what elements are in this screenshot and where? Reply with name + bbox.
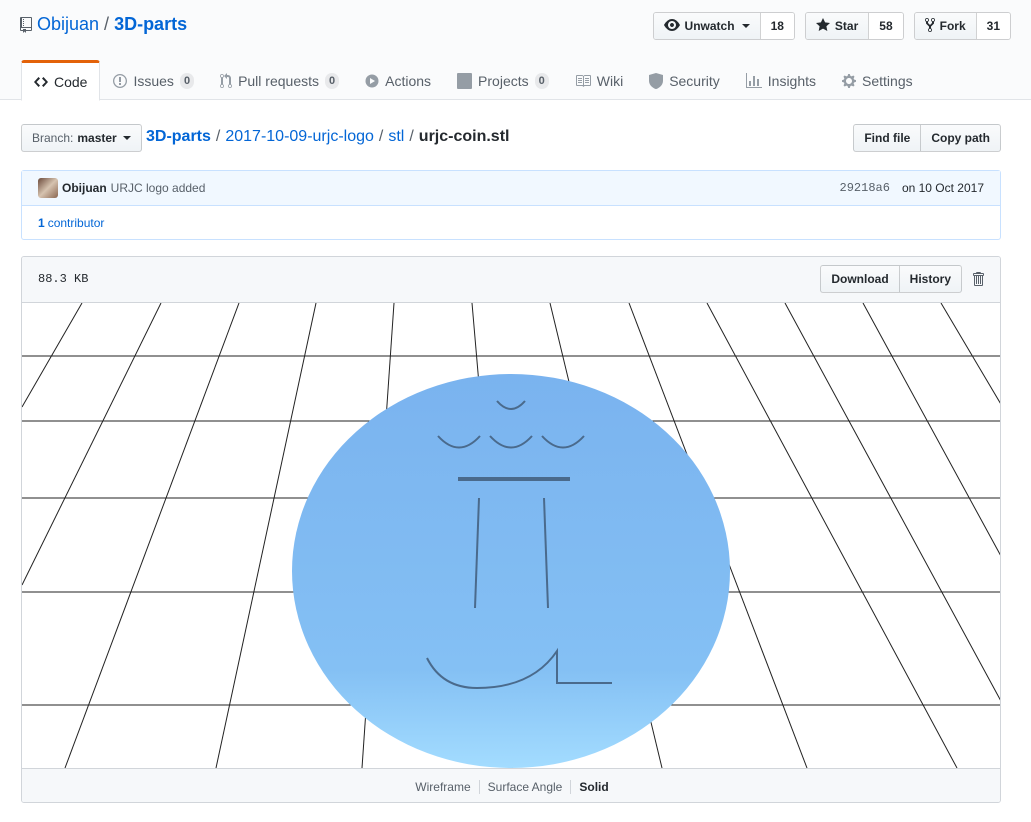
project-icon [457, 73, 473, 89]
tab-security-label: Security [669, 73, 720, 89]
fork-label: Fork [939, 19, 966, 33]
unwatch-label: Unwatch [684, 19, 735, 33]
commit-tease: Obijuan URJC logo added 29218a6 on 10 Oc… [21, 170, 1001, 240]
repo-name-link[interactable]: 3D-parts [114, 14, 187, 35]
caret-down-icon [122, 136, 131, 140]
commit-meta: 29218a6 on 10 Oct 2017 [840, 181, 984, 195]
copy-path-button[interactable]: Copy path [921, 124, 1001, 152]
file-nav-buttons: Find file Copy path [853, 124, 1001, 152]
tab-wiki-label: Wiki [596, 73, 624, 89]
star-group: Star 58 [804, 12, 904, 40]
tab-issues[interactable]: Issues 0 [100, 60, 207, 100]
watch-group: Unwatch 18 [652, 12, 795, 40]
file-actions: Download History [820, 265, 984, 293]
tab-security[interactable]: Security [636, 60, 733, 100]
branch-name: master [77, 131, 117, 145]
wireframe-mode-link[interactable]: Wireframe [407, 780, 478, 794]
commit-date: on 10 Oct 2017 [901, 181, 984, 195]
repo-separator: / [104, 14, 110, 34]
repo-title: Obijuan / 3D-parts [20, 14, 187, 35]
breadcrumb-folder-link[interactable]: stl [388, 128, 404, 146]
caret-down-icon [741, 24, 750, 28]
commit-message[interactable]: URJC logo added [111, 181, 206, 195]
tab-pull-requests-label: Pull requests [238, 73, 319, 89]
unwatch-button[interactable]: Unwatch [653, 13, 760, 39]
breadcrumb: 3D-parts / 2017-10-09-urjc-logo / stl / … [146, 128, 509, 146]
trash-icon[interactable] [972, 271, 984, 287]
tab-code[interactable]: Code [21, 60, 101, 101]
tab-pull-requests[interactable]: Pull requests 0 [207, 60, 352, 100]
play-icon [365, 73, 379, 89]
surface-angle-mode-link[interactable]: Surface Angle [478, 779, 571, 794]
avatar[interactable] [38, 178, 58, 198]
branch-label: Branch: [32, 131, 74, 145]
pull-requests-count-badge: 0 [325, 73, 340, 89]
contributors-link[interactable]: 1 contributor [38, 216, 104, 230]
code-icon [34, 74, 48, 90]
fork-icon [924, 17, 935, 36]
viewer-mode-switcher: Wireframe Surface Angle Solid [22, 768, 1000, 802]
history-button[interactable]: History [899, 265, 962, 293]
tab-projects[interactable]: Projects 0 [444, 60, 562, 100]
tab-actions-label: Actions [385, 73, 432, 89]
forks-count[interactable]: 31 [975, 13, 1010, 39]
commit-sha-link[interactable]: 29218a6 [840, 181, 890, 195]
tab-actions[interactable]: Actions [352, 60, 444, 100]
latest-commit: Obijuan URJC logo added 29218a6 on 10 Oc… [22, 171, 1000, 206]
find-file-button[interactable]: Find file [853, 124, 922, 152]
contributors: 1 contributor [22, 206, 1000, 240]
fork-group: Fork 31 [913, 12, 1011, 40]
tab-settings[interactable]: Settings [829, 60, 926, 100]
repo-header: Obijuan / 3D-parts Unwatch 18 Star 58 Fo… [0, 0, 1031, 101]
graph-icon [745, 73, 762, 89]
tab-issues-label: Issues [133, 73, 174, 89]
repo-owner-link[interactable]: Obijuan [37, 14, 99, 35]
watchers-count[interactable]: 18 [759, 13, 794, 39]
file-header: 88.3 KB Download History [22, 257, 1000, 303]
contributors-label: contributor [47, 216, 105, 230]
tab-insights[interactable]: Insights [733, 60, 829, 100]
tab-wiki[interactable]: Wiki [562, 60, 636, 100]
star-label: Star [834, 19, 859, 33]
file-action-buttons: Download History [820, 265, 962, 293]
repo-actions: Unwatch 18 Star 58 Fork 31 [652, 12, 1011, 40]
issue-icon [113, 73, 128, 89]
repo-icon [20, 16, 32, 33]
gear-icon [842, 73, 857, 89]
eye-icon [663, 17, 680, 36]
file-navigation: Branch: master 3D-parts / 2017-10-09-urj… [21, 124, 1001, 152]
shield-icon [649, 73, 664, 89]
star-button[interactable]: Star [805, 13, 869, 39]
commit-author-link[interactable]: Obijuan [62, 181, 107, 195]
breadcrumb-repo-link[interactable]: 3D-parts [146, 128, 211, 146]
projects-count-badge: 0 [534, 73, 549, 89]
breadcrumb-folder-link[interactable]: 2017-10-09-urjc-logo [225, 128, 374, 146]
file-container: 88.3 KB Download History Wireframe Surfa… [21, 256, 1001, 803]
breadcrumb-separator: / [215, 128, 221, 145]
file-size: 88.3 KB [38, 272, 89, 286]
contributors-count: 1 [38, 216, 45, 230]
tab-projects-label: Projects [478, 73, 529, 89]
breadcrumb-separator: / [378, 128, 384, 145]
book-icon [575, 73, 591, 89]
coin-body [292, 374, 730, 768]
tab-insights-label: Insights [767, 73, 817, 89]
repo-nav: Code Issues 0 Pull requests 0 Actions Pr… [21, 60, 926, 101]
tab-code-label: Code [54, 73, 88, 90]
breadcrumb-current-file: urjc-coin.stl [418, 128, 510, 145]
issues-count-badge: 0 [179, 73, 195, 89]
fork-button[interactable]: Fork [914, 13, 976, 39]
download-button[interactable]: Download [820, 265, 900, 293]
solid-mode-link[interactable]: Solid [570, 779, 616, 794]
star-icon [815, 17, 830, 36]
stl-viewer[interactable] [22, 303, 1000, 768]
tab-settings-label: Settings [862, 73, 913, 89]
stl-render [22, 303, 1000, 768]
breadcrumb-separator: / [409, 128, 414, 145]
branch-select-button[interactable]: Branch: master [21, 124, 142, 152]
stars-count[interactable]: 58 [868, 13, 903, 39]
pull-request-icon [220, 73, 233, 89]
